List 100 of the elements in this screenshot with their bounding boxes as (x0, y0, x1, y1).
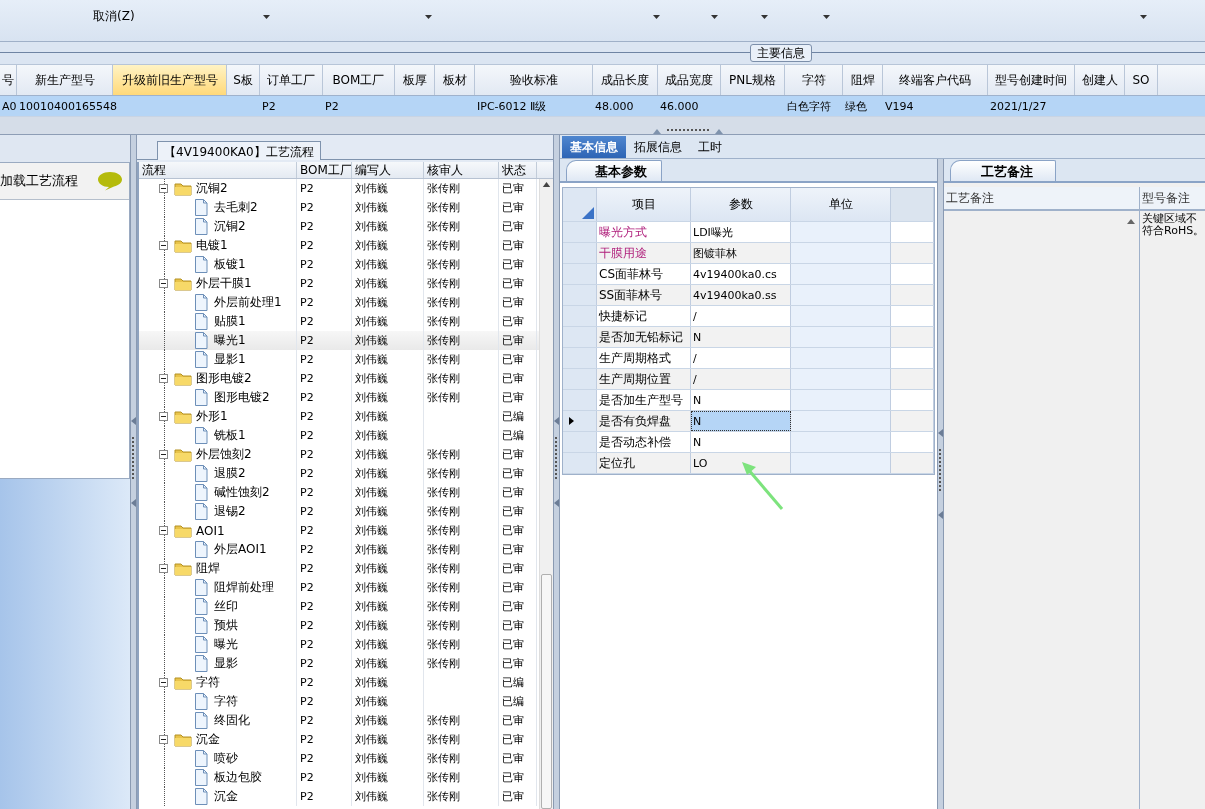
tab[interactable]: 工时 (690, 136, 730, 158)
tree-row[interactable]: 曝光1 P2 刘伟巍 张传刚 已审 (139, 331, 539, 350)
tree-node-label: 图形电镀2 (214, 389, 270, 406)
column-header[interactable]: 板厚 (395, 65, 435, 95)
collapse-icon[interactable] (159, 412, 168, 421)
column-header[interactable]: BOM工厂 (297, 162, 352, 178)
collapse-icon[interactable] (159, 241, 168, 250)
column-header[interactable]: 编写人 (352, 162, 424, 178)
column-header[interactable]: 字符 (785, 65, 843, 95)
tab[interactable]: 基本参数 (566, 160, 662, 181)
collapse-icon[interactable] (159, 564, 168, 573)
tree-row[interactable]: 去毛刺2 P2 刘伟巍 张传刚 已审 (139, 198, 539, 217)
column-header[interactable]: 号 (0, 65, 17, 95)
table-row[interactable]: 是否加无铅标记 N (563, 327, 934, 348)
table-row[interactable]: 快捷标记 / (563, 306, 934, 327)
tab[interactable]: 拓展信息 (626, 136, 690, 158)
column-header[interactable]: 型号备注 (1140, 187, 1190, 209)
table-row[interactable]: CS面菲林号 4v19400ka0.cs (563, 264, 934, 285)
menu-item[interactable]: 取消(Z) (93, 8, 135, 25)
column-header[interactable]: S板 (227, 65, 260, 95)
tree-row[interactable]: 显影1 P2 刘伟巍 张传刚 已审 (139, 350, 539, 369)
row-header[interactable] (563, 411, 597, 431)
column-header[interactable]: 工艺备注 (944, 187, 1140, 209)
collapse-icon[interactable] (159, 184, 168, 193)
tree-row[interactable]: 阻焊前处理 P2 刘伟巍 张传刚 已审 (139, 578, 539, 597)
tree-row[interactable]: 喷砂 P2 刘伟巍 张传刚 已审 (139, 749, 539, 768)
tree-row[interactable]: 退膜2 P2 刘伟巍 张传刚 已审 (139, 464, 539, 483)
column-header[interactable]: 阻焊 (843, 65, 883, 95)
column-header[interactable]: 参数 (691, 188, 791, 221)
column-header[interactable]: 升级前旧生产型号 (113, 65, 227, 95)
collapse-icon[interactable] (159, 279, 168, 288)
tree-node-label: 曝光 (214, 636, 238, 653)
table-row[interactable]: 曝光方式 LDI曝光 (563, 222, 934, 243)
column-header[interactable]: 项目 (597, 188, 691, 221)
table-row[interactable]: 是否有负焊盘 N (563, 411, 934, 432)
column-header[interactable]: 成品宽度 (658, 65, 721, 95)
scrollbar[interactable] (539, 179, 553, 809)
tree-row[interactable]: 外层AOI1 P2 刘伟巍 张传刚 已审 (139, 540, 539, 559)
column-header[interactable]: 成品长度 (593, 65, 658, 95)
tree-row[interactable]: AOI1 P2 刘伟巍 张传刚 已审 (139, 521, 539, 540)
table-cell: 刘伟巍 (355, 447, 388, 462)
column-header[interactable]: 流程 (139, 162, 297, 178)
tree-row[interactable]: 图形电镀2 P2 刘伟巍 张传刚 已审 (139, 388, 539, 407)
table-cell: 已审 (502, 789, 524, 804)
column-header[interactable]: 状态 (499, 162, 537, 178)
column-header[interactable]: 终端客户代码 (883, 65, 988, 95)
tree-row[interactable]: 外层前处理1 P2 刘伟巍 张传刚 已审 (139, 293, 539, 312)
tree-row[interactable]: 预烘 P2 刘伟巍 张传刚 已审 (139, 616, 539, 635)
tab[interactable]: 工艺备注 (950, 160, 1056, 181)
column-header[interactable]: 订单工厂 (260, 65, 323, 95)
column-header[interactable]: BOM工厂 (323, 65, 395, 95)
tree-row[interactable]: 板边包胶 P2 刘伟巍 张传刚 已审 (139, 768, 539, 787)
tree-row[interactable]: 沉铜2 P2 刘伟巍 张传刚 已审 (139, 217, 539, 236)
tree-node-label: 阻焊前处理 (214, 579, 274, 596)
tree-row[interactable]: 板镀1 P2 刘伟巍 张传刚 已审 (139, 255, 539, 274)
table-row[interactable]: SS面菲林号 4v19400ka0.ss (563, 285, 934, 306)
table-cell: 张传刚 (427, 656, 460, 671)
column-header[interactable]: PNL规格 (721, 65, 785, 95)
tree-row[interactable]: 电镀1 P2 刘伟巍 张传刚 已审 (139, 236, 539, 255)
tree-row[interactable]: 字符 P2 刘伟巍 已编 (139, 673, 539, 692)
tree-row[interactable]: 图形电镀2 P2 刘伟巍 张传刚 已审 (139, 369, 539, 388)
column-header[interactable]: 创建人 (1075, 65, 1125, 95)
collapse-icon[interactable] (159, 450, 168, 459)
column-header[interactable]: 验收标准 (475, 65, 593, 95)
column-header[interactable]: 核审人 (424, 162, 499, 178)
scrollbar-thumb[interactable] (541, 573, 552, 809)
tree-row[interactable]: 铣板1 P2 刘伟巍 已编 (139, 426, 539, 445)
tree-node-label: 板镀1 (214, 256, 246, 273)
table-row[interactable]: 定位孔 LO (563, 453, 934, 474)
tree-row[interactable]: 沉金 P2 刘伟巍 张传刚 已审 (139, 787, 539, 806)
tree-row[interactable]: 显影 P2 刘伟巍 张传刚 已审 (139, 654, 539, 673)
table-row[interactable]: 干膜用途 图镀菲林 (563, 243, 934, 264)
table-row[interactable]: 是否动态补偿 N (563, 432, 934, 453)
column-header[interactable]: SO (1125, 65, 1158, 95)
column-header[interactable] (891, 188, 934, 221)
collapse-icon[interactable] (159, 374, 168, 383)
tree-row[interactable]: 沉金 P2 刘伟巍 张传刚 已审 (139, 730, 539, 749)
tree-row[interactable]: 外层干膜1 P2 刘伟巍 张传刚 已审 (139, 274, 539, 293)
table-cell: 张传刚 (427, 542, 460, 557)
column-header[interactable]: 板材 (435, 65, 475, 95)
collapse-icon[interactable] (159, 678, 168, 687)
table-row[interactable]: A0 10010400165548 P2 P2 IPC-6012 Ⅱ级 48.000 46.000 白色字符 绿色 V194 2021/1/27 (0, 96, 1205, 117)
table-row[interactable]: 是否加生产型号 N (563, 390, 934, 411)
tree-row[interactable]: 外层蚀刻2 P2 刘伟巍 张传刚 已审 (139, 445, 539, 464)
column-header[interactable]: 型号创建时间 (988, 65, 1075, 95)
table-row[interactable]: 生产周期格式 / (563, 348, 934, 369)
tree-row[interactable]: 字符 P2 刘伟巍 已编 (139, 692, 539, 711)
tree-row[interactable]: 终固化 P2 刘伟巍 张传刚 已审 (139, 711, 539, 730)
collapse-icon[interactable] (159, 526, 168, 535)
collapse-icon[interactable] (159, 735, 168, 744)
tree-row[interactable]: 曝光 P2 刘伟巍 张传刚 已审 (139, 635, 539, 654)
tab[interactable]: 基本信息 (562, 136, 626, 158)
tree-row[interactable]: 丝印 P2 刘伟巍 张传刚 已审 (139, 597, 539, 616)
table-cell[interactable]: N (691, 411, 791, 431)
tree-row[interactable]: 退锡2 P2 刘伟巍 张传刚 已审 (139, 502, 539, 521)
tree-row[interactable]: 碱性蚀刻2 P2 刘伟巍 张传刚 已审 (139, 483, 539, 502)
tree-row[interactable]: 沉铜2 P2 刘伟巍 张传刚 已审 (139, 179, 539, 198)
table-row[interactable]: 生产周期位置 / (563, 369, 934, 390)
tree-row[interactable]: 外形1 P2 刘伟巍 已编 (139, 407, 539, 426)
tree-row[interactable]: 阻焊 P2 刘伟巍 张传刚 已审 (139, 559, 539, 578)
